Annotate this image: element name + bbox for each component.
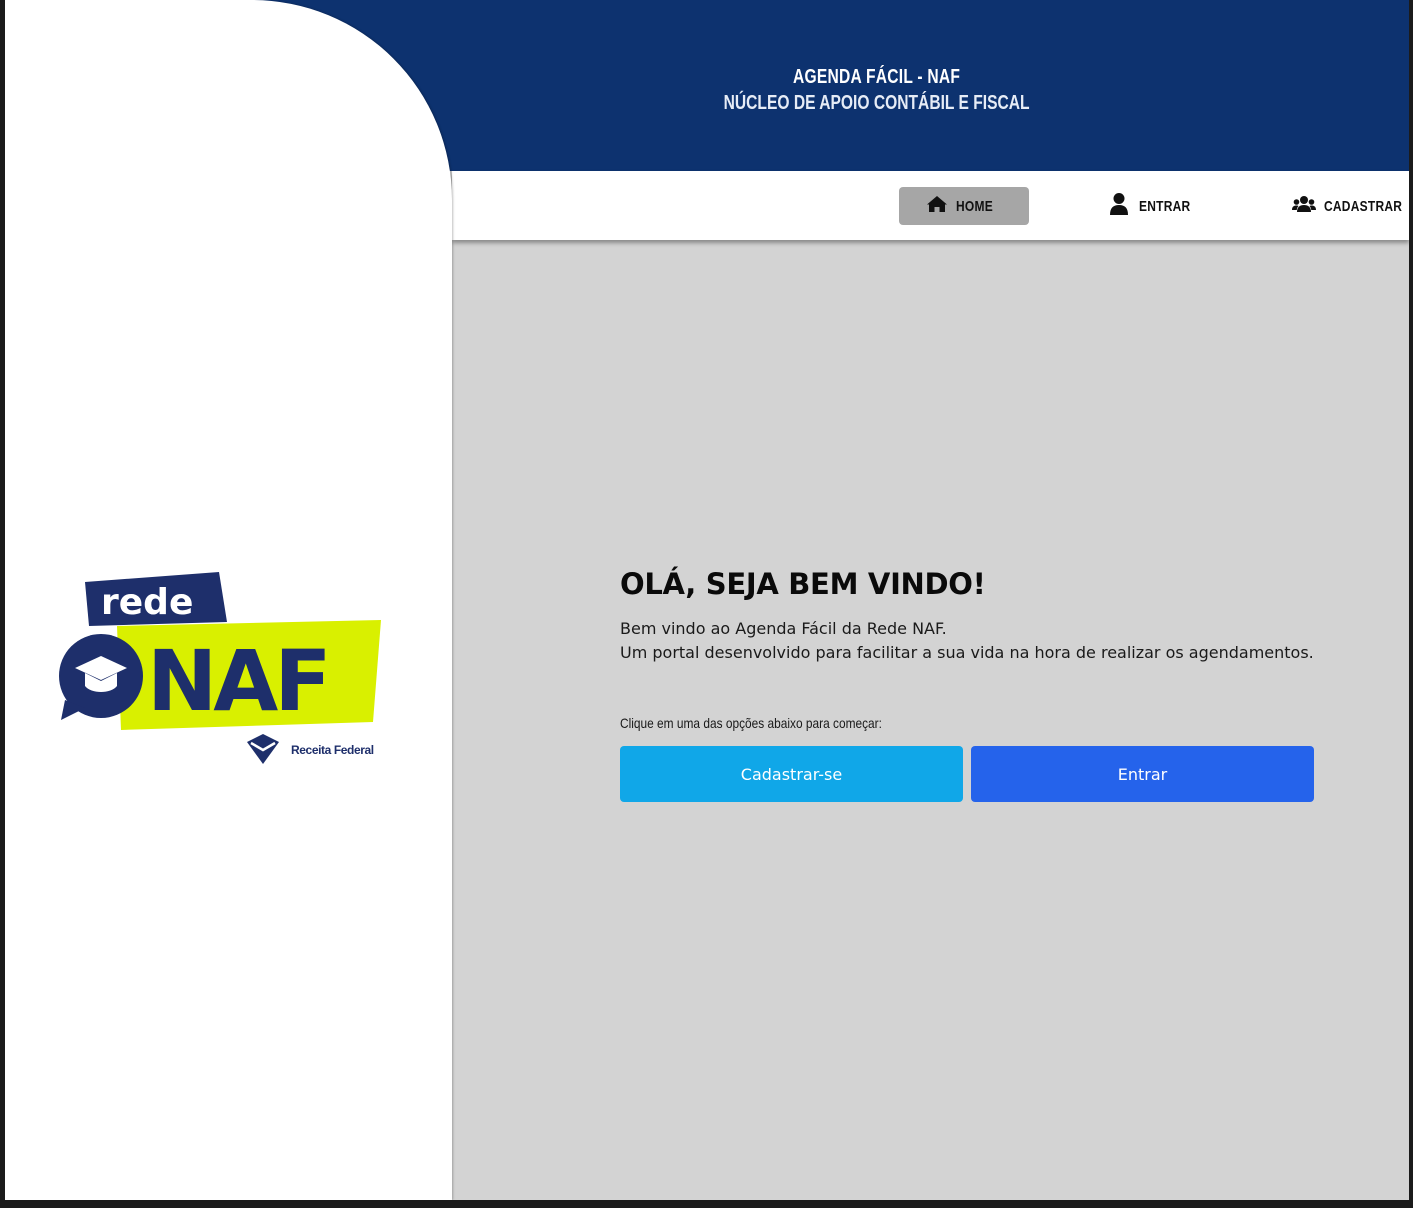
logo-naf-text: NAF bbox=[147, 632, 328, 730]
cta-button-row: Cadastrar-se Entrar bbox=[620, 746, 1314, 802]
nav-home-label: HOME bbox=[955, 197, 993, 215]
rede-naf-logo: rede NAF Receita Federal bbox=[59, 572, 381, 764]
login-button[interactable]: Entrar bbox=[971, 746, 1314, 802]
home-icon bbox=[926, 195, 948, 217]
nav-entrar-label: ENTRAR bbox=[1139, 197, 1191, 215]
welcome-description: Bem vindo ao Agenda Fácil da Rede NAF. U… bbox=[620, 617, 1320, 665]
nav-entrar[interactable]: ENTRAR bbox=[1109, 187, 1203, 225]
users-icon bbox=[1292, 195, 1316, 217]
signup-button[interactable]: Cadastrar-se bbox=[620, 746, 963, 802]
sidebar-panel: rede NAF Receita Federal bbox=[5, 0, 452, 1200]
welcome-section: OLÁ, SEJA BEM VINDO! Bem vindo ao Agenda… bbox=[620, 565, 1320, 802]
cta-hint: Clique em uma das opções abaixo para com… bbox=[620, 715, 882, 731]
user-icon bbox=[1109, 192, 1129, 220]
header-subtitle: NÚCLEO DE APOIO CONTÁBIL E FISCAL bbox=[723, 92, 1030, 114]
header-title: AGENDA FÁCIL - NAF bbox=[793, 66, 961, 88]
welcome-line-2: Um portal desenvolvido para facilitar a … bbox=[620, 643, 1314, 662]
logo-receita-federal-text: Receita Federal bbox=[291, 743, 374, 757]
receita-federal-emblem-icon bbox=[247, 734, 279, 764]
nav-home[interactable]: HOME bbox=[899, 187, 1029, 225]
app-window: AGENDA FÁCIL - NAF NÚCLEO DE APOIO CONTÁ… bbox=[5, 0, 1409, 1200]
welcome-line-1: Bem vindo ao Agenda Fácil da Rede NAF. bbox=[620, 619, 947, 638]
logo-rede-text: rede bbox=[101, 582, 193, 623]
nav-cadastrar-label: CADASTRAR bbox=[1324, 197, 1403, 215]
welcome-title: OLÁ, SEJA BEM VINDO! bbox=[620, 567, 986, 601]
header-title-block: AGENDA FÁCIL - NAF NÚCLEO DE APOIO CONTÁ… bbox=[705, 64, 1048, 116]
nav-cadastrar[interactable]: CADASTRAR bbox=[1292, 187, 1409, 225]
nav-bar: HOME ENTRAR CADASTRAR bbox=[452, 171, 1409, 240]
